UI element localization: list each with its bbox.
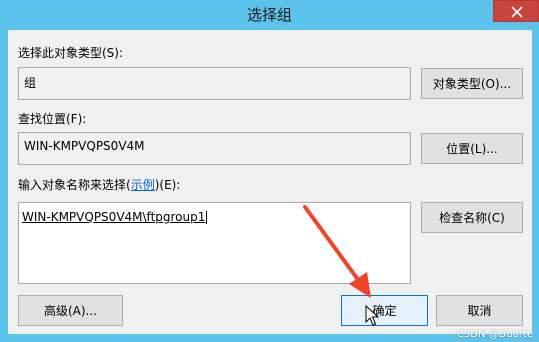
object-type-label: 选择此对象类型(S): <box>18 46 124 60</box>
examples-link[interactable]: 示例 <box>131 178 155 192</box>
close-button[interactable] <box>493 0 539 22</box>
object-names-label-prefix: 输入对象名称来选择( <box>18 178 131 192</box>
locations-button[interactable]: 位置(L)... <box>421 133 523 164</box>
dialog-title: 选择组 <box>246 6 292 24</box>
text-caret <box>206 211 208 224</box>
title-bar[interactable]: 选择组 <box>0 0 539 30</box>
check-names-button[interactable]: 检查名称(C) <box>421 202 523 233</box>
object-type-field: 组 <box>18 67 411 100</box>
close-icon <box>511 6 523 18</box>
watermark: CSDN @Duarte <box>456 329 533 340</box>
location-field: WIN-KMPVQPS0V4M <box>18 132 411 165</box>
advanced-button[interactable]: 高级(A)... <box>18 295 123 326</box>
select-group-dialog: 选择组 选择此对象类型(S): 组 对象类型(O)... 查找位置(F): WI… <box>0 0 539 342</box>
object-types-button[interactable]: 对象类型(O)... <box>421 68 523 99</box>
object-names-label-suffix: )(E): <box>154 178 181 192</box>
object-names-input[interactable]: WIN-KMPVQPS0V4M\ftpgroup1 <box>18 202 411 284</box>
mouse-cursor-icon <box>365 305 379 326</box>
object-names-label: 输入对象名称来选择(示例)(E): <box>18 176 180 193</box>
cancel-button[interactable]: 取消 <box>436 295 523 326</box>
location-label: 查找位置(F): <box>18 112 87 126</box>
object-name-text: WIN-KMPVQPS0V4M\ftpgroup1 <box>22 210 206 224</box>
ok-button[interactable]: 确定 <box>341 295 428 326</box>
object-name-entry: WIN-KMPVQPS0V4M\ftpgroup1 <box>22 210 208 224</box>
dialog-body: 选择此对象类型(S): 组 对象类型(O)... 查找位置(F): WIN-KM… <box>8 30 532 334</box>
